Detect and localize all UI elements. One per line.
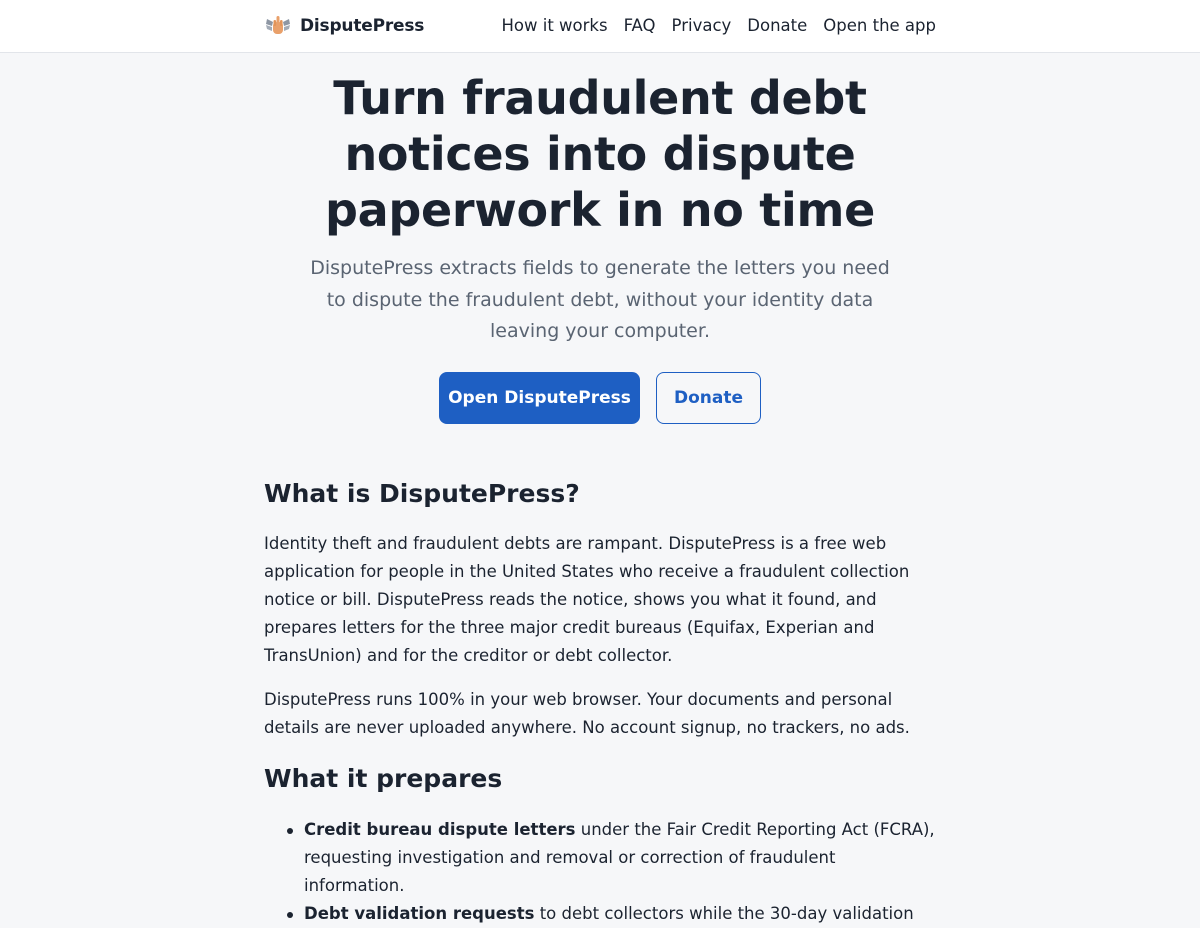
list-item: Credit bureau dispute letters under the … xyxy=(287,816,936,900)
about-paragraph-2: DisputePress runs 100% in your web brows… xyxy=(264,690,910,737)
hero-title: Turn fraudulent debt notices into disput… xyxy=(325,71,875,237)
donate-button[interactable]: Donate xyxy=(656,372,761,424)
nav-link-donate[interactable]: Donate xyxy=(747,14,807,38)
nav-link-how-it-works[interactable]: How it works xyxy=(502,14,608,38)
prepares-heading: What it prepares xyxy=(264,764,503,793)
about-heading: What is DisputePress? xyxy=(264,479,580,508)
winged-hand-icon xyxy=(266,16,290,34)
brand-home-link[interactable]: DisputePress xyxy=(264,13,424,39)
main-content: What is DisputePress? Identity theft and… xyxy=(264,476,936,928)
hero-subtitle: DisputePress extracts fields to generate… xyxy=(310,257,890,342)
top-nav: DisputePress How it works FAQ Privacy Do… xyxy=(0,0,1200,53)
brand-name: DisputePress xyxy=(300,16,425,36)
nav-link-privacy[interactable]: Privacy xyxy=(672,14,732,38)
prepares-list: Credit bureau dispute letters under the … xyxy=(264,816,936,928)
list-item-title: Credit bureau dispute letters xyxy=(304,820,576,839)
open-disputepress-button[interactable]: Open DisputePress xyxy=(439,372,640,424)
list-item-text: to debt collectors while the 30-day vali… xyxy=(534,904,914,923)
list-item-title: Debt validation requests xyxy=(304,904,535,923)
about-paragraph-1: Identity theft and fraudulent debts are … xyxy=(264,534,910,665)
nav-links: How it works FAQ Privacy Donate Open the… xyxy=(502,14,937,38)
nav-link-open-app[interactable]: Open the app xyxy=(823,14,936,38)
list-item: Debt validation requests to debt collect… xyxy=(287,900,936,928)
nav-link-faq[interactable]: FAQ xyxy=(624,14,656,38)
